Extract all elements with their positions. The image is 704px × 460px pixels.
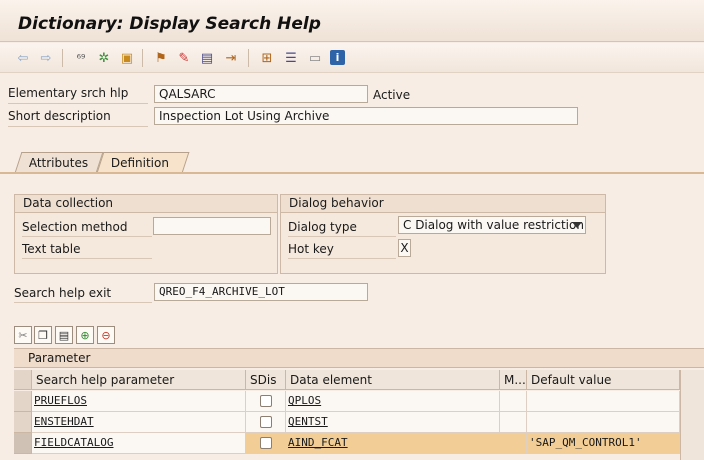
info-icon[interactable]: i <box>330 50 345 65</box>
column-header-default-value[interactable]: Default value <box>527 370 680 390</box>
toolbar-separator <box>248 49 249 67</box>
mod-cell[interactable] <box>500 391 527 412</box>
data-element-cell[interactable]: QENTST <box>286 412 500 433</box>
row-selector[interactable] <box>14 391 32 412</box>
search-help-exit-field[interactable]: QREO_F4_ARCHIVE_LOT <box>154 283 368 301</box>
data-element-cell[interactable]: QPLOS <box>286 391 500 412</box>
tab-definition-label: Definition <box>110 156 169 170</box>
other-object-icon[interactable]: ⁶⁹ <box>72 49 90 67</box>
search-help-field[interactable]: QALSARC <box>154 85 368 103</box>
delete-row-icon[interactable]: ⊖ <box>97 326 115 344</box>
edit-pencil-icon[interactable]: ✎ <box>175 49 193 67</box>
column-header-data-element[interactable]: Data element <box>286 370 500 390</box>
active-inactive-icon[interactable]: ▣ <box>118 49 136 67</box>
param-name-cell[interactable]: ENSTEHDAT <box>32 412 246 433</box>
column-header-sdis[interactable]: SDis <box>246 370 286 390</box>
data-collection-title: Data collection <box>15 195 277 213</box>
insert-row-icon[interactable]: ⊕ <box>76 326 94 344</box>
parameter-table-title: Parameter <box>14 348 704 368</box>
tab-definition[interactable]: Definition <box>96 152 190 173</box>
copy-icon[interactable]: ❐ <box>34 326 52 344</box>
short-description-label: Short description <box>8 109 148 127</box>
hierarchy-icon[interactable]: ⊞ <box>258 49 276 67</box>
documentation-icon[interactable]: ▭ <box>306 49 324 67</box>
text-table-label: Text table <box>22 242 152 259</box>
dialog-behavior-title: Dialog behavior <box>281 195 605 213</box>
default-value-cell[interactable] <box>527 412 680 433</box>
hot-key-field[interactable]: X <box>398 239 411 257</box>
default-value-cell[interactable] <box>527 391 680 412</box>
where-used-icon[interactable]: ⚑ <box>152 49 170 67</box>
display-change-icon[interactable]: ✲ <box>95 49 113 67</box>
status-text: Active <box>373 88 411 102</box>
display-object-list-icon[interactable]: ☰ <box>282 49 300 67</box>
row-selector[interactable] <box>14 433 32 454</box>
back-arrow-icon[interactable]: ⇦ <box>14 49 32 67</box>
sdis-checkbox[interactable] <box>260 437 272 449</box>
selection-method-field[interactable] <box>153 217 271 235</box>
param-name-cell[interactable]: FIELDCATALOG <box>32 433 246 454</box>
table-scroll-area[interactable] <box>680 370 704 460</box>
tab-strip-line <box>0 172 704 174</box>
selection-method-label: Selection method <box>22 220 152 237</box>
dialog-type-label: Dialog type <box>288 220 396 237</box>
tab-attributes-label: Attributes <box>28 156 89 170</box>
object-list-icon[interactable]: ▤ <box>198 49 216 67</box>
sdis-checkbox[interactable] <box>260 395 272 407</box>
sdis-checkbox[interactable] <box>260 416 272 428</box>
chevron-down-icon[interactable] <box>572 222 582 228</box>
column-header-mod[interactable]: M... <box>500 370 527 390</box>
paste-icon[interactable]: ▤ <box>55 326 73 344</box>
param-name-cell[interactable]: PRUEFLOS <box>32 391 246 412</box>
navigation-icon[interactable]: ⇥ <box>222 49 240 67</box>
dialog-type-select[interactable]: C Dialog with value restriction <box>398 216 586 234</box>
tab-attributes[interactable]: Attributes <box>14 152 104 173</box>
column-header-parameter[interactable]: Search help parameter <box>32 370 246 390</box>
search-help-label: Elementary srch hlp <box>8 86 148 104</box>
mod-cell[interactable] <box>500 412 527 433</box>
dialog-type-value: C Dialog with value restriction <box>403 218 584 232</box>
mod-cell[interactable] <box>500 433 527 454</box>
toolbar-separator <box>62 49 63 67</box>
row-selector[interactable] <box>14 412 32 433</box>
search-help-exit-label: Search help exit <box>14 286 152 303</box>
data-element-cell[interactable]: AIND_FCAT <box>286 433 500 454</box>
select-all-cell[interactable] <box>14 370 32 390</box>
hot-key-label: Hot key <box>288 242 396 259</box>
toolbar-separator <box>142 49 143 67</box>
page-title: Dictionary: Display Search Help <box>18 14 321 34</box>
short-description-field[interactable]: Inspection Lot Using Archive <box>154 107 578 125</box>
forward-arrow-icon[interactable]: ⇨ <box>37 49 55 67</box>
cut-icon[interactable]: ✂ <box>14 326 32 344</box>
default-value-cell[interactable]: 'SAP_QM_CONTROL1' <box>527 433 680 454</box>
